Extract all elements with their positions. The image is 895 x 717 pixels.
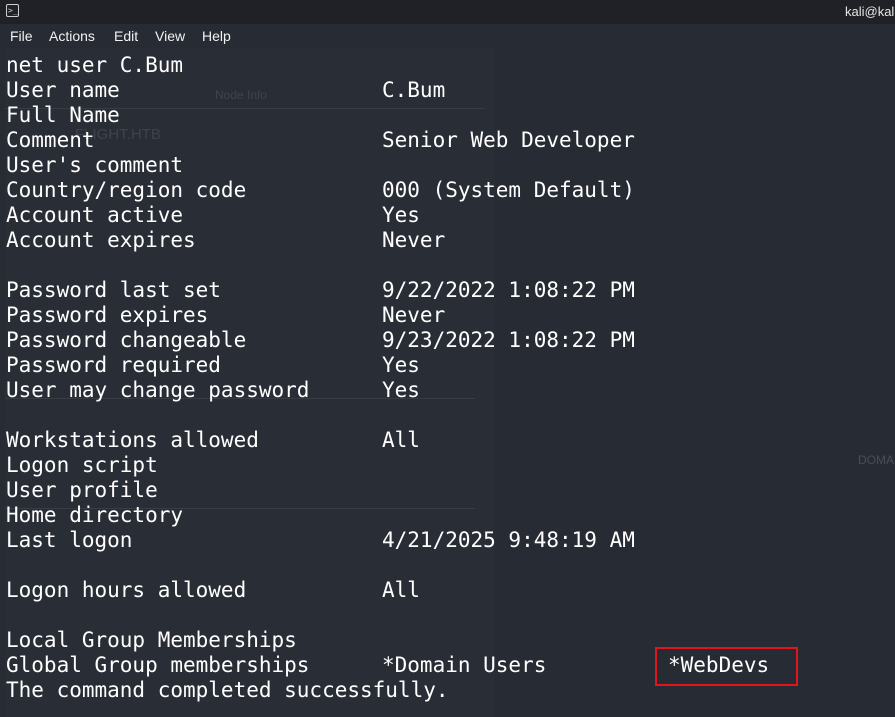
- output-row: Logon hours allowed All: [6, 578, 886, 603]
- output-row: Country/region code 000 (System Default): [6, 178, 886, 203]
- menu-file[interactable]: File: [10, 28, 33, 44]
- output-value: Yes: [382, 378, 420, 402]
- output-label: Last logon: [6, 528, 133, 552]
- output-label: Password last set: [6, 278, 221, 302]
- window-title-bar: >_ kali@kali: [0, 0, 895, 24]
- terminal-icon: >_: [6, 4, 19, 17]
- output-value: 000 (System Default): [382, 178, 635, 202]
- menu-view[interactable]: View: [155, 28, 185, 44]
- output-value: Never: [382, 228, 446, 252]
- output-row: Full Name: [6, 103, 886, 128]
- output-value: All: [382, 428, 420, 452]
- output-blank-row: [6, 553, 886, 578]
- output-row: Logon script: [6, 453, 886, 478]
- output-row: Account active Yes: [6, 203, 886, 228]
- output-row: Comment Senior Web Developer: [6, 128, 886, 153]
- menu-actions[interactable]: Actions: [49, 28, 95, 44]
- menu-edit[interactable]: Edit: [114, 28, 138, 44]
- output-row: Password expires Never: [6, 303, 886, 328]
- terminal-output[interactable]: net user C.Bum User name C.Bum Full Name…: [6, 53, 886, 703]
- menu-help[interactable]: Help: [202, 28, 231, 44]
- output-label: Password changeable: [6, 328, 247, 352]
- output-label: Workstations allowed: [6, 428, 259, 452]
- output-row: Account expires Never: [6, 228, 886, 253]
- output-label: Full Name: [6, 103, 120, 127]
- output-label: Logon hours allowed: [6, 578, 247, 602]
- output-row: User name C.Bum: [6, 78, 886, 103]
- output-blank-row: [6, 403, 886, 428]
- output-row: User profile: [6, 478, 886, 503]
- output-row: Password required Yes: [6, 353, 886, 378]
- menu-bar: File Actions Edit View Help: [0, 24, 895, 48]
- completion-text: The command completed successfully.: [6, 678, 449, 702]
- output-value: 9/22/2022 1:08:22 PM: [382, 278, 635, 302]
- output-label: Home directory: [6, 503, 184, 527]
- output-row: Home directory: [6, 503, 886, 528]
- output-label: Global Group memberships: [6, 653, 310, 677]
- terminal-command-line: net user C.Bum: [6, 53, 886, 78]
- output-label: Logon script: [6, 453, 158, 477]
- window-title: kali@kali: [845, 4, 895, 19]
- output-value: *Domain Users: [382, 653, 547, 677]
- output-value: All: [382, 578, 420, 602]
- output-row: Password changeable 9/23/2022 1:08:22 PM: [6, 328, 886, 353]
- output-value: C.Bum: [382, 78, 446, 102]
- output-label: User's comment: [6, 153, 184, 177]
- output-label: Password expires: [6, 303, 209, 327]
- output-label: Account active: [6, 203, 184, 227]
- output-label: Password required: [6, 353, 221, 377]
- output-label: User may change password: [6, 378, 310, 402]
- output-value: 9/23/2022 1:08:22 PM: [382, 328, 635, 352]
- output-label: User name: [6, 78, 120, 102]
- output-row: Last logon 4/21/2025 9:48:19 AM: [6, 528, 886, 553]
- output-row: User may change password Yes: [6, 378, 886, 403]
- output-value: Senior Web Developer: [382, 128, 635, 152]
- output-row: Workstations allowed All: [6, 428, 886, 453]
- output-label: Country/region code: [6, 178, 247, 202]
- output-value: Never: [382, 303, 446, 327]
- output-row: Password last set 9/22/2022 1:08:22 PM: [6, 278, 886, 303]
- output-value: Yes: [382, 353, 420, 377]
- command-text: net user C.Bum: [6, 53, 184, 77]
- output-label: Account expires: [6, 228, 196, 252]
- output-label: Comment: [6, 128, 95, 152]
- highlight-box-webdevs: [655, 647, 798, 686]
- output-value: Yes: [382, 203, 420, 227]
- output-row: User's comment: [6, 153, 886, 178]
- output-label: Local Group Memberships: [6, 628, 297, 652]
- output-value: 4/21/2025 9:48:19 AM: [382, 528, 635, 552]
- output-label: User profile: [6, 478, 158, 502]
- output-blank-row: [6, 603, 886, 628]
- output-blank-row: [6, 253, 886, 278]
